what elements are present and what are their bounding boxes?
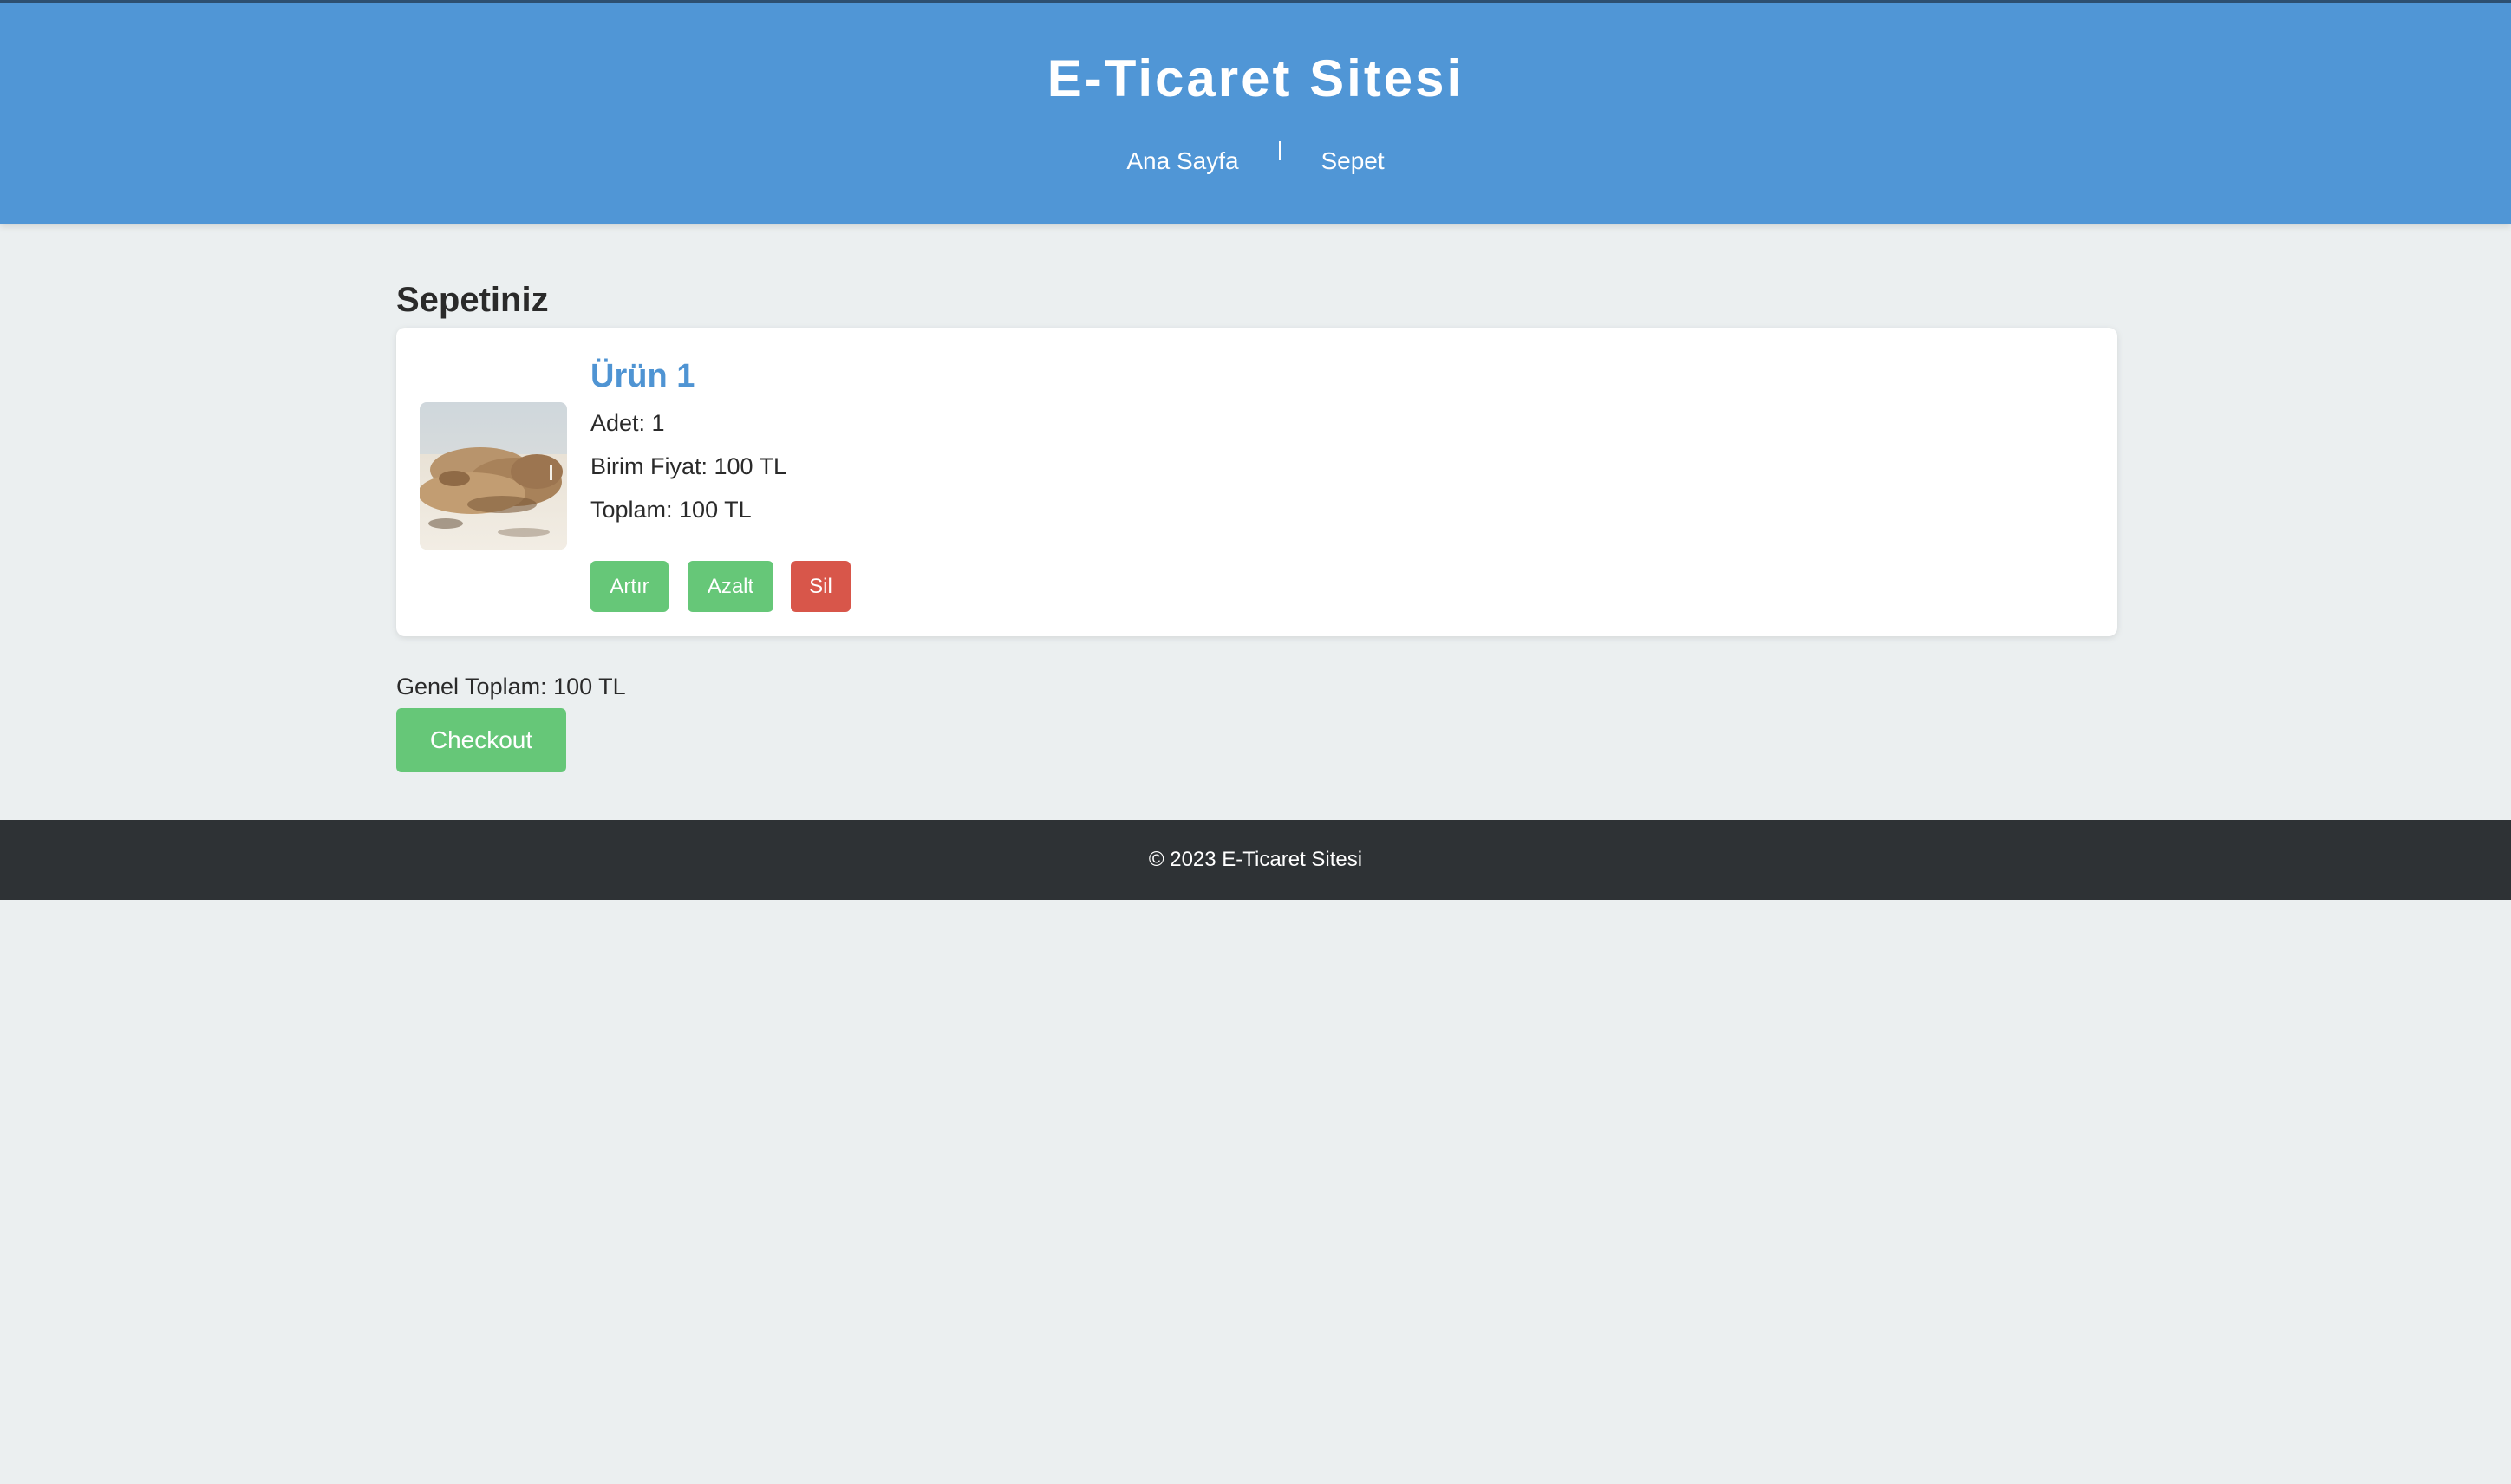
cart-item-card: Ürün 1 Adet: 1 Birim Fiyat: 100 TL Topla… <box>396 328 2117 636</box>
remove-button[interactable]: Sil <box>791 561 851 612</box>
product-quantity: Adet: 1 <box>590 410 665 436</box>
main-nav: Ana Sayfa Sepet <box>0 141 2511 181</box>
site-header: E-Ticaret Sitesi Ana Sayfa Sepet <box>0 0 2511 224</box>
product-name[interactable]: Ürün 1 <box>590 354 695 399</box>
site-footer: © 2023 E-Ticaret Sitesi <box>0 820 2511 900</box>
nav-link-home[interactable]: Ana Sayfa <box>1126 141 1238 181</box>
walrus-photo <box>420 402 567 550</box>
product-unit-price: Birim Fiyat: 100 TL <box>590 453 787 479</box>
checkout-button[interactable]: Checkout <box>396 708 566 772</box>
nav-link-cart[interactable]: Sepet <box>1321 141 1384 181</box>
cart-heading: Sepetiniz <box>396 281 549 319</box>
site-title: E-Ticaret Sitesi <box>1047 49 1464 107</box>
product-image <box>420 402 567 550</box>
decrease-button[interactable]: Azalt <box>688 561 773 612</box>
nav-separator <box>1279 141 1282 160</box>
product-total: Toplam: 100 TL <box>590 497 752 523</box>
increase-button[interactable]: Artır <box>590 561 669 612</box>
grand-total: Genel Toplam: 100 TL <box>396 674 626 700</box>
